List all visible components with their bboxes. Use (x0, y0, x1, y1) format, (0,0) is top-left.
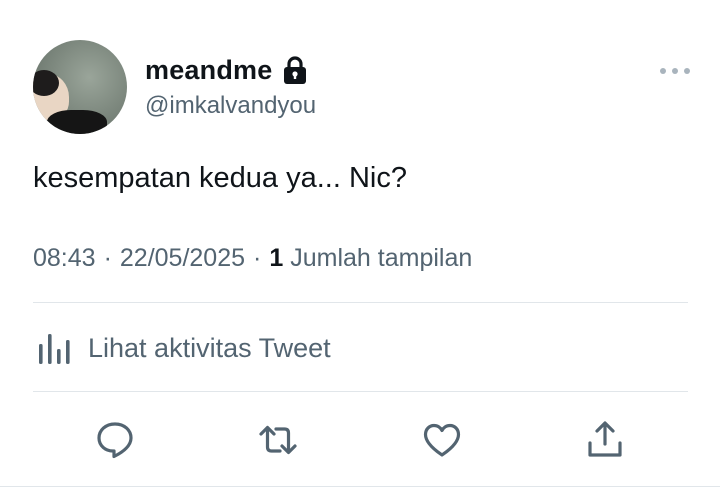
avatar[interactable] (33, 40, 127, 134)
views-label: Jumlah tampilan (290, 244, 473, 272)
like-button[interactable] (414, 410, 470, 470)
retweet-icon (259, 425, 297, 455)
divider (0, 486, 720, 487)
user-name-row: meandme (145, 52, 308, 88)
tweet-activity-label: Lihat aktivitas Tweet (88, 332, 331, 363)
more-dot (684, 68, 690, 74)
tweet-actions-bar (0, 410, 720, 470)
analytics-bars-icon (36, 330, 74, 366)
meta-separator: · (253, 244, 262, 272)
reply-button[interactable] (87, 410, 143, 470)
heart-icon (423, 423, 461, 457)
display-name[interactable]: meandme (145, 55, 272, 86)
reply-icon (97, 422, 133, 459)
divider (33, 302, 688, 303)
tweet-detail: meandme @imkalvandyou kesempatan kedua y… (0, 0, 720, 490)
tweet-date[interactable]: 22/05/2025 (120, 244, 245, 273)
views-count: 1 (269, 244, 284, 272)
retweet-button[interactable] (250, 410, 306, 470)
share-icon (588, 421, 622, 457)
tweet-activity-link[interactable]: Lihat aktivitas Tweet (36, 328, 331, 368)
share-button[interactable] (577, 410, 633, 470)
meta-separator: · (103, 244, 112, 272)
divider (33, 391, 688, 392)
more-dot (660, 68, 666, 74)
user-handle[interactable]: @imkalvandyou (145, 92, 316, 120)
lock-icon (282, 55, 308, 85)
more-dot (672, 68, 678, 74)
tweet-time[interactable]: 08:43 (33, 244, 96, 273)
more-options-icon[interactable] (660, 60, 690, 82)
tweet-text: kesempatan kedua ya... Nic? (33, 162, 407, 194)
avatar-photo-shirt (47, 110, 107, 134)
tweet-meta: 08:43 · 22/05/2025 · 1 Jumlah tampilan (33, 244, 472, 273)
